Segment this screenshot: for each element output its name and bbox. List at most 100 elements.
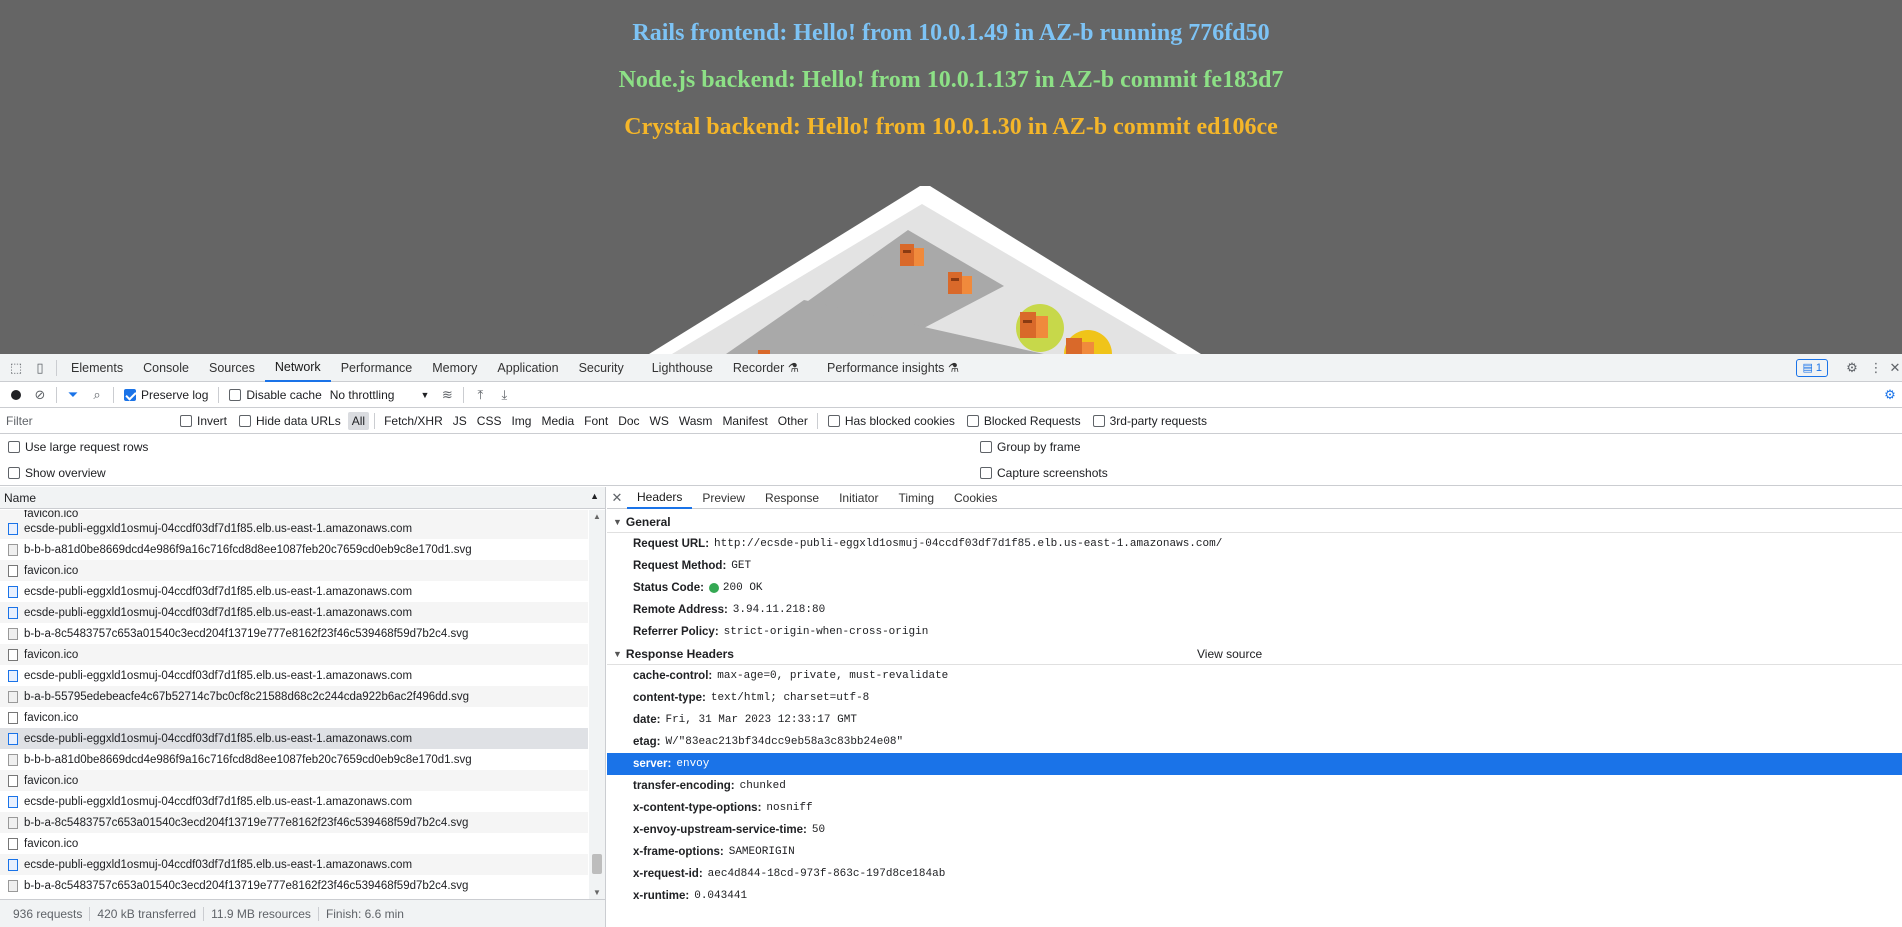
- tab-headers[interactable]: Headers: [627, 487, 693, 509]
- tab-elements[interactable]: Elements: [61, 354, 133, 382]
- tab-network[interactable]: Network: [264, 354, 331, 382]
- header-row[interactable]: server: envoy: [607, 753, 1902, 775]
- filter-type-js[interactable]: JS: [449, 412, 471, 430]
- has-blocked-cookies-checkbox[interactable]: Has blocked cookies: [827, 414, 955, 428]
- search-icon[interactable]: ⌕: [85, 383, 109, 407]
- tab-cookies[interactable]: Cookies: [944, 487, 1007, 509]
- request-row[interactable]: ecsde-publi-eggxld1osmuj-04ccdf03df7d1f8…: [0, 728, 588, 749]
- request-row[interactable]: b-b-b-a81d0be8669dcd4e986f9a16c716fcd8d8…: [0, 749, 588, 770]
- third-party-requests-checkbox[interactable]: 3rd-party requests: [1092, 414, 1207, 428]
- scroll-down-icon[interactable]: ▼: [593, 888, 601, 897]
- gear-icon[interactable]: ⚙: [1840, 356, 1864, 380]
- header-row[interactable]: Remote Address: 3.94.11.218:80: [607, 599, 1902, 621]
- request-row[interactable]: b-b-a-8c5483757c653a01540c3ecd204f13719e…: [0, 623, 588, 644]
- header-row[interactable]: x-runtime: 0.043441: [607, 885, 1902, 907]
- request-row[interactable]: favicon.ico: [0, 560, 588, 581]
- close-details-icon[interactable]: ✕: [607, 486, 627, 510]
- general-section-header[interactable]: ▼ General: [607, 511, 1902, 533]
- tab-preview[interactable]: Preview: [692, 487, 755, 509]
- device-toolbar-icon[interactable]: ▯: [28, 356, 52, 380]
- preserve-log-checkbox[interactable]: Preserve log: [124, 388, 208, 402]
- header-row[interactable]: x-request-id: aec4d844-18cd-973f-863c-197…: [607, 863, 1902, 885]
- request-row[interactable]: ecsde-publi-eggxld1osmuj-04ccdf03df7d1f8…: [0, 854, 588, 875]
- filter-type-other[interactable]: Other: [774, 412, 812, 430]
- request-row[interactable]: ecsde-publi-eggxld1osmuj-04ccdf03df7d1f8…: [0, 518, 588, 539]
- filter-type-img[interactable]: Img: [507, 412, 535, 430]
- import-har-icon[interactable]: ⤒: [468, 383, 492, 407]
- request-row[interactable]: ecsde-publi-eggxld1osmuj-04ccdf03df7d1f8…: [0, 581, 588, 602]
- request-row[interactable]: b-b-b-a81d0be8669dcd4e986f9a16c716fcd8d8…: [0, 539, 588, 560]
- view-source-button[interactable]: View source: [1197, 647, 1262, 661]
- show-overview-checkbox[interactable]: Show overview: [8, 466, 968, 480]
- tab-initiator[interactable]: Initiator: [829, 487, 888, 509]
- request-row[interactable]: favicon.ico: [0, 644, 588, 665]
- request-row[interactable]: b-b-a-8c5483757c653a01540c3ecd204f13719e…: [0, 875, 588, 896]
- large-rows-checkbox[interactable]: Use large request rows: [8, 440, 968, 454]
- request-row[interactable]: b-a-b-55795edebeacfe4c67b52714c7bc0cf8c2…: [0, 686, 588, 707]
- invert-checkbox[interactable]: Invert: [180, 414, 227, 428]
- request-row[interactable]: ecsde-publi-eggxld1osmuj-04ccdf03df7d1f8…: [0, 602, 588, 623]
- filter-input[interactable]: [0, 411, 164, 430]
- group-by-frame-checkbox[interactable]: Group by frame: [980, 440, 1080, 454]
- filter-type-fetch-xhr[interactable]: Fetch/XHR: [380, 412, 447, 430]
- disable-cache-checkbox[interactable]: Disable cache: [229, 388, 322, 402]
- tab-sources[interactable]: Sources: [199, 354, 265, 382]
- scroll-up-icon[interactable]: ▲: [593, 512, 601, 521]
- filter-type-css[interactable]: CSS: [473, 412, 506, 430]
- header-row[interactable]: transfer-encoding: chunked: [607, 775, 1902, 797]
- capture-screenshots-checkbox[interactable]: Capture screenshots: [980, 466, 1108, 480]
- request-row[interactable]: favicon.ico: [0, 770, 588, 791]
- more-options-icon[interactable]: ⋮: [1864, 356, 1888, 380]
- filter-type-font[interactable]: Font: [580, 412, 612, 430]
- hide-data-urls-checkbox[interactable]: Hide data URLs: [239, 414, 341, 428]
- name-column-header[interactable]: Name: [4, 491, 36, 505]
- close-icon[interactable]: ✕: [1888, 356, 1902, 380]
- blocked-requests-checkbox[interactable]: Blocked Requests: [966, 414, 1081, 428]
- request-row[interactable]: ecsde-publi-eggxld1osmuj-04ccdf03df7d1f8…: [0, 791, 588, 812]
- request-row[interactable]: b-b-a-8c5483757c653a01540c3ecd204f13719e…: [0, 812, 588, 833]
- export-har-icon[interactable]: ⤓: [492, 383, 516, 407]
- tab-recorder[interactable]: Recorder ⚗: [723, 354, 809, 382]
- header-row[interactable]: etag: W/"83eac213bf34dcc9eb58a3c83bb24e08…: [607, 731, 1902, 753]
- inspect-element-icon[interactable]: ⬚: [4, 356, 28, 380]
- tab-memory[interactable]: Memory: [422, 354, 487, 382]
- header-row[interactable]: date: Fri, 31 Mar 2023 12:33:17 GMT: [607, 709, 1902, 731]
- header-row[interactable]: cache-control: max-age=0, private, must-r…: [607, 665, 1902, 687]
- header-row[interactable]: x-envoy-upstream-service-time: 50: [607, 819, 1902, 841]
- tab-timing[interactable]: Timing: [888, 487, 944, 509]
- scrollbar-thumb[interactable]: [592, 854, 602, 874]
- filter-type-ws[interactable]: WS: [646, 412, 673, 430]
- network-conditions-icon[interactable]: ≋: [435, 383, 459, 407]
- header-row[interactable]: x-content-type-options: nosniff: [607, 797, 1902, 819]
- filter-type-media[interactable]: Media: [537, 412, 578, 430]
- request-list-header[interactable]: Name ▲: [0, 487, 605, 509]
- header-row[interactable]: Request Method: GET: [607, 555, 1902, 577]
- request-row[interactable]: favicon.ico: [0, 707, 588, 728]
- tab-console[interactable]: Console: [133, 354, 199, 382]
- clear-icon[interactable]: ⊘: [28, 383, 52, 407]
- filter-type-doc[interactable]: Doc: [614, 412, 643, 430]
- tab-performance-insights[interactable]: Performance insights ⚗: [817, 354, 969, 382]
- issues-badge[interactable]: ▤ 1: [1796, 358, 1828, 377]
- request-list-scrollbar[interactable]: ▲ ▼: [589, 510, 605, 899]
- tab-response[interactable]: Response: [755, 487, 829, 509]
- filter-type-all[interactable]: All: [347, 411, 370, 430]
- request-row[interactable]: ecsde-publi-eggxld1osmuj-04ccdf03df7d1f8…: [0, 665, 588, 686]
- network-settings-icon[interactable]: ⚙: [1878, 383, 1902, 407]
- response-headers-section-header[interactable]: ▼ Response Headers View source: [607, 643, 1902, 665]
- request-row[interactable]: favicon.ico: [0, 833, 588, 854]
- tab-application[interactable]: Application: [487, 354, 568, 382]
- header-row[interactable]: x-frame-options: SAMEORIGIN: [607, 841, 1902, 863]
- filter-type-wasm[interactable]: Wasm: [675, 412, 717, 430]
- filter-type-manifest[interactable]: Manifest: [718, 412, 771, 430]
- header-row[interactable]: Status Code: 200 OK: [607, 577, 1902, 599]
- request-row-partial[interactable]: favicon.ico: [0, 510, 588, 518]
- tab-performance[interactable]: Performance: [331, 354, 423, 382]
- filter-icon[interactable]: ⏷: [61, 383, 85, 407]
- tab-security[interactable]: Security: [569, 354, 634, 382]
- header-row[interactable]: Referrer Policy: strict-origin-when-cross…: [607, 621, 1902, 643]
- header-row[interactable]: content-type: text/html; charset=utf-8: [607, 687, 1902, 709]
- record-icon[interactable]: [4, 383, 28, 407]
- throttling-select[interactable]: No throttling ▼: [330, 388, 430, 402]
- tab-lighthouse[interactable]: Lighthouse: [642, 354, 723, 382]
